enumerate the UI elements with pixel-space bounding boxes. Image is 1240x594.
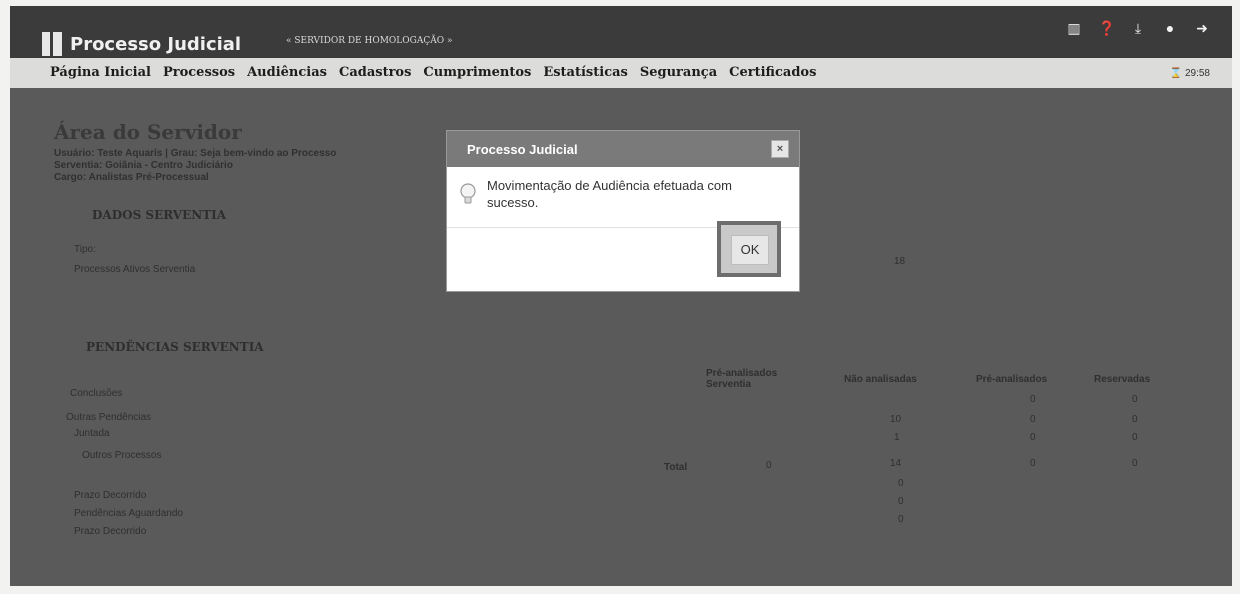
nav-audiencias[interactable]: Audiências (247, 58, 327, 88)
col-pre-analisados-serventia: Pré-analisados Serventia (706, 368, 778, 390)
cell: 0 (1030, 394, 1036, 405)
chart-icon[interactable]: ▥ (1066, 20, 1082, 37)
serventia-line: Serventia: Goiânia - Centro Judiciário (54, 160, 233, 171)
nav-certificados[interactable]: Certificados (729, 58, 816, 88)
nav-estatisticas[interactable]: Estatísticas (543, 58, 628, 88)
dialog-body: Movimentação de Audiência efetuada com s… (447, 167, 799, 227)
cell: 14 (890, 458, 902, 469)
nav-processos[interactable]: Processos (163, 58, 235, 88)
row-pendencias-aguardando[interactable]: Pendências Aguardando (74, 508, 183, 519)
cell: 0 (1030, 414, 1036, 425)
user-info: Usuário: Teste Aquarís | Grau: Seja bem-… (54, 148, 336, 184)
lightbulb-icon (460, 183, 476, 204)
chat-icon[interactable]: ● (1162, 20, 1178, 37)
processos-ativos-label[interactable]: Processos Ativos Serventia (74, 264, 195, 275)
cell: 0 (1132, 458, 1138, 469)
logout-icon[interactable]: ➜ (1194, 20, 1210, 37)
session-timer: ⌛ 29:58 (1169, 68, 1210, 79)
cell: 0 (1132, 414, 1138, 425)
row-outros-processos[interactable]: Outros Processos (82, 450, 161, 461)
row-juntada[interactable]: Juntada (74, 428, 110, 439)
top-icons: ▥ ❓ ⤓ ● ➜ (1066, 20, 1210, 37)
cell: 0 (1030, 458, 1036, 469)
row-conclusoes[interactable]: Conclusões (70, 388, 122, 399)
cell: 10 (890, 414, 902, 425)
cell: 1 (894, 432, 900, 443)
main-nav: Página Inicial Processos Audiências Cada… (10, 58, 1232, 88)
nav-cadastros[interactable]: Cadastros (339, 58, 411, 88)
nav-pagina-inicial[interactable]: Página Inicial (50, 58, 151, 88)
nav-cumprimentos[interactable]: Cumprimentos (423, 58, 531, 88)
help-icon[interactable]: ❓ (1098, 20, 1115, 37)
cell: 0 (898, 496, 904, 507)
ok-highlight: OK (717, 221, 781, 277)
user-line: Usuário: Teste Aquarís | Grau: Seja bem-… (54, 148, 337, 159)
row-prazo-decorrido-2[interactable]: Prazo Decorrido (74, 526, 146, 537)
cell: 0 (1132, 394, 1138, 405)
cell: 0 (766, 460, 772, 471)
page-title: Área do Servidor (54, 120, 242, 144)
close-button[interactable]: × (771, 140, 789, 158)
dialog-message: Movimentação de Audiência efetuada com s… (487, 178, 732, 210)
col-nao-analisadas: Não analisadas (844, 374, 917, 385)
cell: 0 (1132, 432, 1138, 443)
col-pre-analisados: Pré-analisados (976, 374, 1048, 385)
col-reservadas: Reservadas (1094, 374, 1151, 385)
app-screen: Processo Judicial « SERVIDOR DE HOMOLOGA… (10, 6, 1232, 586)
brand[interactable]: Processo Judicial (42, 32, 241, 56)
cargo-line: Cargo: Analistas Pré-Processual (54, 172, 209, 183)
dialog-header: Processo Judicial × (447, 131, 799, 167)
top-header: Processo Judicial « SERVIDOR DE HOMOLOGA… (10, 6, 1232, 58)
section-pendencias-serventia: PENDÊNCIAS SERVENTIA (86, 340, 264, 354)
section-dados-serventia: DADOS SERVENTIA (92, 208, 227, 222)
row-prazo-decorrido[interactable]: Prazo Decorrido (74, 490, 146, 501)
nav-seguranca[interactable]: Segurança (640, 58, 717, 88)
cell: 0 (898, 478, 904, 489)
alert-dialog: Processo Judicial × Movimentação de Audi… (446, 130, 800, 292)
server-tag: « SERVIDOR DE HOMOLOGAÇÃO » (286, 36, 453, 46)
cell: 0 (898, 514, 904, 525)
cell: 0 (1030, 432, 1036, 443)
download-icon[interactable]: ⤓ (1130, 20, 1146, 37)
dialog-title: Processo Judicial (467, 142, 578, 157)
tipo-label: Tipo: (74, 244, 96, 255)
court-logo-icon (42, 32, 62, 56)
total-label: Total (664, 462, 688, 473)
row-outras-pendencias[interactable]: Outras Pendências (66, 412, 151, 423)
ok-button[interactable]: OK (731, 235, 769, 265)
app-title: Processo Judicial (70, 33, 242, 55)
processos-ativos-value: 18 (894, 256, 906, 267)
